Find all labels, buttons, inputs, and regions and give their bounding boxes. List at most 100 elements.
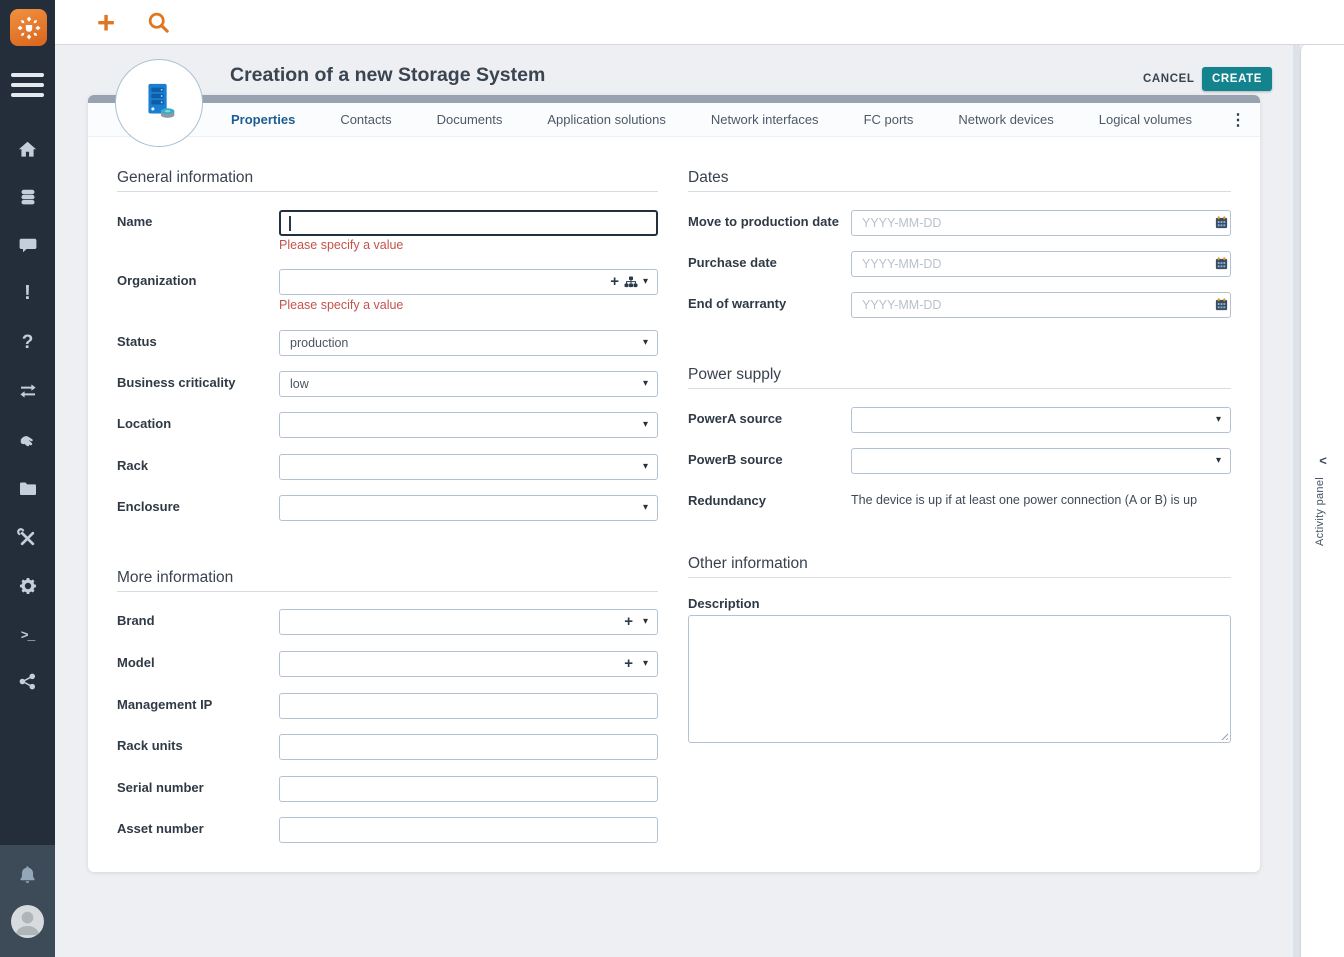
- caret-down-icon: ▾: [642, 616, 648, 627]
- storage-system-icon: [136, 80, 182, 126]
- sidebar-item-tools[interactable]: [0, 526, 55, 550]
- create-button[interactable]: CREATE: [1202, 67, 1273, 91]
- sidebar: ! ? >_: [0, 0, 55, 957]
- label-powerb-source: PowerB source: [688, 452, 783, 467]
- global-search-button[interactable]: [147, 11, 170, 34]
- section-title-dates: Dates: [688, 167, 1231, 192]
- tab-documents[interactable]: Documents: [437, 112, 503, 127]
- plus-icon: +: [624, 613, 633, 630]
- itop-logo[interactable]: [10, 9, 47, 46]
- add-organization-button[interactable]: +: [610, 273, 619, 290]
- sidebar-item-home[interactable]: [0, 137, 55, 161]
- bell-icon: [17, 864, 38, 885]
- sidebar-item-services[interactable]: [0, 428, 55, 452]
- sidebar-item-problems[interactable]: ?: [0, 331, 55, 355]
- status-select[interactable]: production ▾: [279, 330, 658, 356]
- tab-network-devices[interactable]: Network devices: [958, 112, 1053, 127]
- label-end-of-warranty: End of warranty: [688, 296, 787, 311]
- business-criticality-select[interactable]: low ▾: [279, 371, 658, 397]
- activity-panel: < Activity panel: [1300, 45, 1344, 957]
- calendar-icon[interactable]: [1214, 256, 1229, 271]
- label-redundancy: Redundancy: [688, 493, 767, 508]
- object-class-badge: [115, 59, 203, 147]
- redundancy-text: The device is up if at least one power c…: [851, 493, 1198, 507]
- organization-input[interactable]: + ▾: [279, 269, 658, 295]
- activity-panel-gutter[interactable]: [1293, 45, 1300, 957]
- label-move-to-production-date: Move to production date: [688, 214, 839, 229]
- rack-select[interactable]: ▾: [279, 454, 658, 480]
- purchase-date-input[interactable]: [851, 251, 1231, 277]
- asset-number-input[interactable]: [279, 817, 658, 843]
- add-model-button[interactable]: +: [624, 655, 633, 672]
- quick-create-button[interactable]: +: [97, 0, 115, 45]
- card-top-strip: [88, 95, 1260, 103]
- powerb-source-select[interactable]: ▾: [851, 448, 1231, 474]
- caret-down-icon: ▾: [1215, 414, 1221, 425]
- tab-network-interfaces[interactable]: Network interfaces: [711, 112, 819, 127]
- sidebar-item-requests[interactable]: [0, 233, 55, 257]
- tab-fc-ports[interactable]: FC ports: [864, 112, 914, 127]
- location-select[interactable]: ▾: [279, 412, 658, 438]
- gear-icon: [18, 576, 38, 596]
- name-error: Please specify a value: [279, 238, 404, 252]
- tab-properties[interactable]: Properties: [231, 112, 295, 127]
- tab-application-solutions[interactable]: Application solutions: [547, 112, 666, 127]
- sidebar-item-admin[interactable]: [0, 574, 55, 598]
- activity-panel-collapse-button[interactable]: <: [1301, 453, 1344, 468]
- label-powera-source: PowerA source: [688, 411, 783, 426]
- tab-contacts[interactable]: Contacts: [340, 112, 391, 127]
- browse-hierarchy-button[interactable]: [624, 276, 638, 290]
- end-of-warranty-input[interactable]: [851, 292, 1231, 318]
- sidebar-item-changes[interactable]: [0, 379, 55, 403]
- organization-error: Please specify a value: [279, 298, 404, 312]
- label-asset-number: Asset number: [117, 821, 204, 836]
- sidebar-item-data[interactable]: [0, 185, 55, 209]
- sidebar-item-share[interactable]: [0, 669, 55, 693]
- rack-units-input[interactable]: [279, 734, 658, 760]
- label-model: Model: [117, 655, 155, 670]
- model-select[interactable]: + ▾: [279, 651, 658, 677]
- menu-toggle-button[interactable]: [11, 73, 44, 103]
- question-icon: ?: [21, 332, 34, 353]
- tab-bar: Properties Contacts Documents Applicatio…: [88, 103, 1260, 137]
- description-textarea[interactable]: [688, 615, 1231, 743]
- label-organization: Organization: [117, 273, 197, 288]
- label-business-criticality: Business criticality: [117, 375, 236, 390]
- resize-handle-icon[interactable]: [1219, 731, 1228, 740]
- brand-select[interactable]: + ▾: [279, 609, 658, 635]
- user-avatar[interactable]: [11, 905, 44, 938]
- enclosure-select[interactable]: ▾: [279, 495, 658, 521]
- management-ip-input[interactable]: [279, 693, 658, 719]
- caret-down-icon[interactable]: ▾: [643, 276, 648, 287]
- calendar-icon[interactable]: [1214, 297, 1229, 312]
- plus-icon: +: [624, 655, 633, 672]
- section-title-more: More information: [117, 567, 658, 592]
- label-rack: Rack: [117, 458, 149, 473]
- name-input[interactable]: [279, 210, 658, 236]
- calendar-icon[interactable]: [1214, 215, 1229, 230]
- cancel-button[interactable]: CANCEL: [1143, 73, 1195, 85]
- caret-down-icon: ▾: [1215, 455, 1221, 466]
- home-icon: [17, 139, 38, 160]
- sidebar-item-incidents[interactable]: !: [0, 281, 55, 305]
- caret-down-icon: ▾: [642, 337, 648, 348]
- plus-icon: +: [97, 5, 116, 40]
- terminal-icon: >_: [20, 627, 36, 643]
- folder-icon: [18, 479, 38, 499]
- label-location: Location: [117, 416, 172, 431]
- section-title-power: Power supply: [688, 364, 1231, 389]
- notifications-button[interactable]: [17, 864, 38, 885]
- move-to-production-date-input[interactable]: [851, 210, 1231, 236]
- powera-source-select[interactable]: ▾: [851, 407, 1231, 433]
- sidebar-item-configuration[interactable]: [0, 477, 55, 501]
- share-icon: [18, 672, 37, 691]
- tab-overflow-menu[interactable]: ⋮: [1230, 103, 1246, 137]
- add-brand-button[interactable]: +: [624, 613, 633, 630]
- label-name: Name: [117, 214, 153, 229]
- tab-logical-volumes[interactable]: Logical volumes: [1099, 112, 1192, 127]
- caret-down-icon: ▾: [642, 378, 648, 389]
- caret-down-icon: ▾: [642, 502, 648, 513]
- serial-number-input[interactable]: [279, 776, 658, 802]
- tools-icon: [17, 527, 38, 549]
- sidebar-item-console[interactable]: >_: [0, 623, 55, 647]
